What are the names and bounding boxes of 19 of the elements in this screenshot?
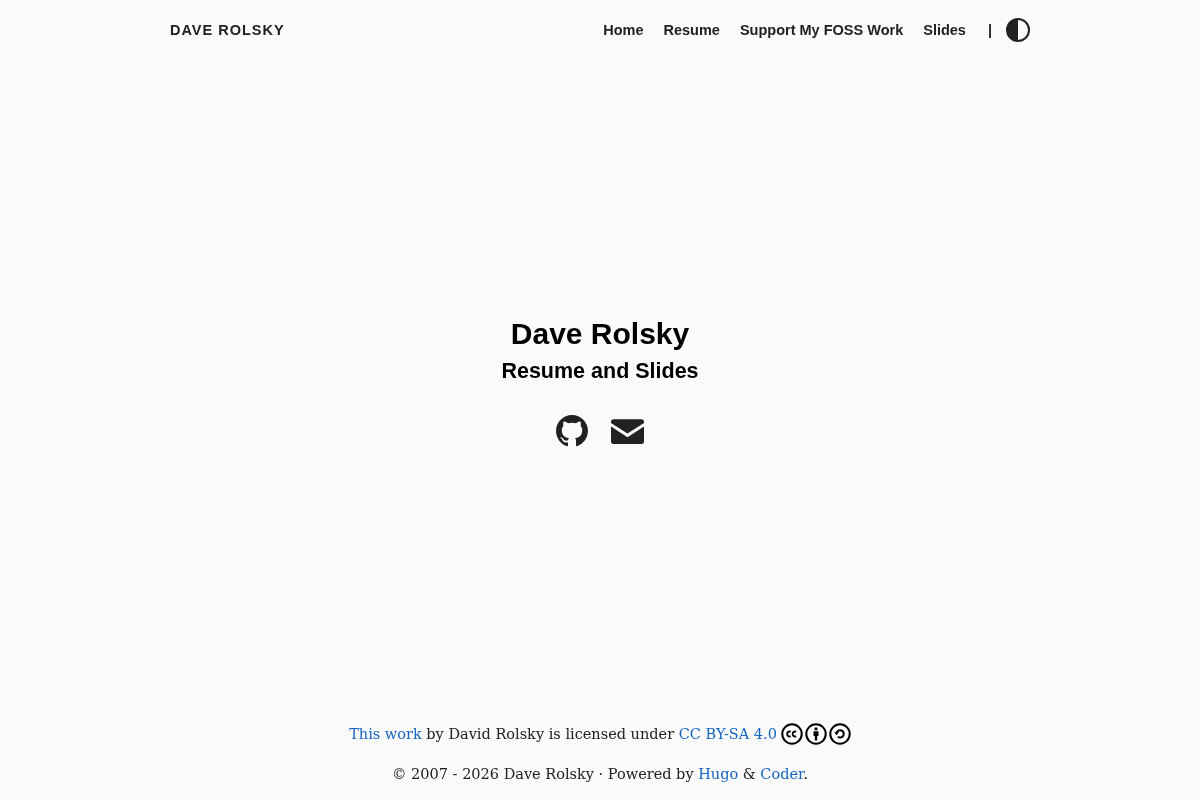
tagline: Resume and Slides [501, 357, 699, 385]
text-link[interactable]: Hugo [698, 766, 739, 782]
text-link[interactable]: This work [349, 726, 422, 742]
text-link[interactable]: Coder [760, 766, 804, 782]
nav-link[interactable]: Resume [663, 22, 720, 38]
github-icon[interactable] [556, 415, 588, 448]
person-icon [804, 723, 827, 745]
credits-notice: © 2007 - 2026 Dave Rolsky · Powered by Hugo & Coder. [392, 766, 808, 782]
contrast-toggle-icon[interactable] [1006, 18, 1030, 42]
author-name: Dave Rolsky [510, 315, 690, 352]
nav-link[interactable]: Home [603, 22, 644, 38]
envelope-icon[interactable] [611, 418, 644, 444]
nav-link[interactable]: Support My FOSS Work [739, 22, 904, 38]
license-notice: This work by David Rolsky is licensed under CC BY-SA 4.0 [349, 726, 777, 742]
text-link[interactable]: CC BY-SA 4.0 [678, 726, 777, 742]
nav-link[interactable]: Slides [923, 22, 966, 38]
creative-commons-icon [780, 723, 803, 745]
site-title[interactable]: DAVE ROLSKY [170, 22, 285, 38]
nav-separator: | [987, 22, 992, 38]
